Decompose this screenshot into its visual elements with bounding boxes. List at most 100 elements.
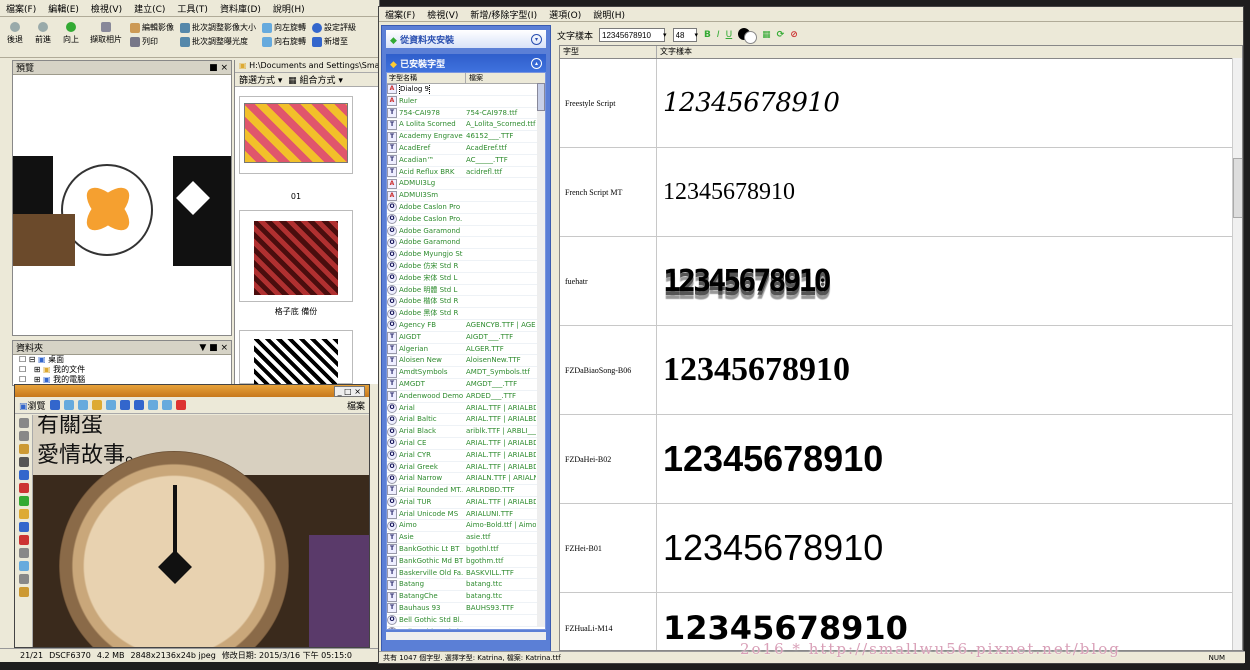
sample-dropdown-icon[interactable]: ▾ — [663, 31, 667, 39]
font-list-item[interactable]: O Arial ARIAL.TTF | ARIALBD — [387, 402, 545, 415]
font-list-item[interactable]: OBell Gothic Std Light — [387, 627, 545, 629]
filter-button[interactable]: 篩選方式 ▾ — [239, 76, 282, 86]
get-photos-button[interactable]: 擷取相片 — [88, 22, 124, 45]
tool-icon-4[interactable] — [18, 457, 29, 467]
preview-row[interactable]: Freestyle Script 12345678910 — [560, 59, 1242, 148]
font-list-item[interactable]: A Ruler — [387, 96, 545, 108]
rotate-right-button[interactable]: 向右旋轉 — [262, 36, 306, 47]
bold-icon[interactable]: B — [704, 30, 711, 40]
font-list-item[interactable]: O Adobe Garamond ... — [387, 225, 545, 238]
menu-create[interactable]: 建立(C) — [134, 2, 165, 15]
save-icon[interactable] — [49, 400, 60, 410]
italic-icon[interactable]: I — [717, 30, 720, 40]
font-file-column-header[interactable]: 檔案 — [466, 73, 539, 83]
font-list-item[interactable]: O Arial Baltic ARIAL.TTF | ARIALBD — [387, 414, 545, 427]
font-list-item[interactable]: A ADMUI3Sm — [387, 190, 545, 202]
batch-resize-button[interactable]: 批次調整影像大小 — [180, 22, 256, 33]
copy-icon[interactable] — [63, 400, 74, 410]
install-from-folder-task[interactable]: ◆ 從資料夾安裝 ▾ — [386, 30, 546, 48]
font-list-item[interactable]: O Adobe 仿宋 Std R — [387, 261, 545, 273]
font-list-item[interactable]: O Arial Greek ARIAL.TTF | ARIALBD — [387, 461, 545, 474]
font-list-item[interactable]: O Adobe 楷体 Std R — [387, 296, 545, 309]
menu-tools[interactable]: 工具(T) — [177, 2, 208, 15]
font-list-item[interactable]: T Aloisen New AloisenNew.TTF — [387, 355, 545, 368]
font-list-item[interactable]: T BankGothic Lt BT bgothl.ttf — [387, 544, 545, 556]
font-list-item[interactable]: T Asie asie.ttf — [387, 532, 545, 545]
font-list-item[interactable]: T Batang batang.ttc — [387, 579, 545, 592]
underline-icon[interactable]: U — [726, 30, 733, 40]
font-list-item[interactable]: T Arial Rounded MT... ARLRDBD.TTF — [387, 485, 545, 497]
preview-sample-column-header[interactable]: 文字樣本 — [657, 46, 1242, 58]
font-list-item[interactable]: O Arial TUR ARIAL.TTF | ARIALBD — [387, 497, 545, 509]
set-rating-button[interactable]: 設定評級 — [312, 22, 356, 33]
pane-close-icon[interactable]: ■ × — [209, 63, 228, 73]
font-list-item[interactable]: T Baskerville Old Fa... BASKVILL.TTF — [387, 568, 545, 580]
preview-row[interactable]: FZHei-B01 12345678910 — [560, 504, 1242, 593]
font-list-item[interactable]: T Acadian™ AC_____.TTF — [387, 155, 545, 167]
font-list-item[interactable]: T Bauhaus 93 BAUHS93.TTF — [387, 603, 545, 615]
up-button[interactable]: 向上 — [60, 22, 82, 45]
tool-icon-5[interactable] — [18, 470, 29, 480]
font-list-item[interactable]: T BatangChe batang.ttc — [387, 591, 545, 604]
tool-icon-12[interactable] — [18, 561, 29, 571]
font-list-item[interactable]: T Andenwood Demo ARDED___.TTF — [387, 391, 545, 403]
fm-menu-view[interactable]: 檢視(V) — [427, 8, 458, 21]
font-list-item[interactable]: T AcadEref AcadEref.ttf — [387, 143, 545, 155]
installed-fonts-task[interactable]: ◆ 已安裝字型 ▴ — [386, 54, 546, 72]
preview-row[interactable]: FZDaBiaoSong-B06 12345678910 — [560, 326, 1242, 415]
uninstall-icon[interactable]: ⊘ — [790, 30, 798, 40]
zoom-icon[interactable] — [105, 400, 116, 410]
collapse-icon[interactable]: ▴ — [531, 57, 542, 69]
font-list-item[interactable]: OAimoAimo-Bold.ttf | Aimo-R — [387, 520, 545, 533]
edit-image-button[interactable]: 編輯影像 — [130, 22, 174, 33]
menu-file[interactable]: 檔案(F) — [6, 2, 36, 15]
font-list-item[interactable]: T Academy Engrave... 46152___.TTF — [387, 131, 545, 143]
tool-icon-8[interactable] — [18, 509, 29, 519]
delete-icon[interactable] — [175, 400, 186, 410]
font-list-item[interactable]: O Agency FB AGENCYB.TTF | AGEN — [387, 320, 545, 332]
tool-icon-10[interactable] — [18, 535, 29, 545]
tool-icon-13[interactable] — [18, 574, 29, 584]
font-list-item[interactable]: A ADMUI3Lg — [387, 178, 545, 191]
font-list-scroll-thumb[interactable] — [537, 83, 545, 111]
paste-icon[interactable] — [77, 400, 88, 410]
font-list-item[interactable]: A Dialog 9 — [387, 84, 545, 96]
folder-desktop[interactable]: ☐ ⊟ ▣ 桌面 — [19, 355, 231, 365]
flip-icon[interactable] — [133, 400, 144, 410]
font-list-item[interactable]: T Algerian ALGER.TTF — [387, 343, 545, 356]
tool-icon-11[interactable] — [18, 548, 29, 558]
font-list-item[interactable]: TA Lolita Scorned A_Lolita_Scorned.ttf — [387, 119, 545, 132]
font-list-item[interactable]: O Arial Narrow ARIALN.TTF | ARIALN — [387, 473, 545, 486]
zoom-in-icon[interactable] — [147, 400, 158, 410]
font-list-item[interactable]: O Adobe 宋体 Std L — [387, 273, 545, 285]
fm-menu-addremove[interactable]: 新增/移除字型(I) — [470, 8, 537, 21]
font-list-item[interactable]: O Adobe Garamond ... — [387, 237, 545, 250]
font-list-item[interactable]: T Arial Unicode MS ARIALUNI.TTF — [387, 509, 545, 521]
font-list-item[interactable]: O Adobe 明體 Std L — [387, 284, 545, 297]
font-name-column-header[interactable]: 字型名稱 — [387, 73, 466, 83]
preview-font-column-header[interactable]: 字型 — [560, 46, 657, 58]
fm-menu-options[interactable]: 選項(O) — [549, 8, 581, 21]
tool-icon-1[interactable] — [18, 418, 29, 428]
forward-button[interactable]: 前進 — [32, 22, 54, 45]
font-list-item[interactable]: T 754-CAI978 754-CAI978.ttf — [387, 107, 545, 120]
preview-scrollbar[interactable] — [1232, 58, 1242, 650]
menu-help[interactable]: 說明(H) — [273, 2, 305, 15]
folders-pane-close-icon[interactable]: ▼ ■ × — [199, 343, 228, 353]
rotate-icon[interactable] — [119, 400, 130, 410]
tool-icon-6[interactable] — [18, 483, 29, 493]
tool-icon-3[interactable] — [18, 444, 29, 454]
print-button[interactable]: 列印 — [130, 36, 174, 47]
rotate-left-button[interactable]: 向左旋轉 — [262, 22, 306, 33]
menu-edit[interactable]: 編輯(E) — [48, 2, 79, 15]
refresh-icon[interactable]: ⟳ — [777, 30, 785, 40]
color-picker-icon[interactable] — [738, 28, 758, 44]
font-list-item[interactable]: T BankGothic Md BT bgothm.ttf — [387, 556, 545, 568]
preview-row[interactable]: French Script MT 12345678910 — [560, 148, 1242, 237]
add-to-button[interactable]: 新增至 — [312, 36, 356, 47]
preview-row[interactable]: fuehatr 12345678910 — [560, 237, 1242, 326]
font-size-input[interactable] — [672, 28, 697, 42]
font-list-scrollbar[interactable] — [537, 83, 545, 627]
window-controls-icon[interactable]: _ □ × — [333, 385, 365, 397]
thumbnail-third[interactable] — [239, 330, 353, 385]
